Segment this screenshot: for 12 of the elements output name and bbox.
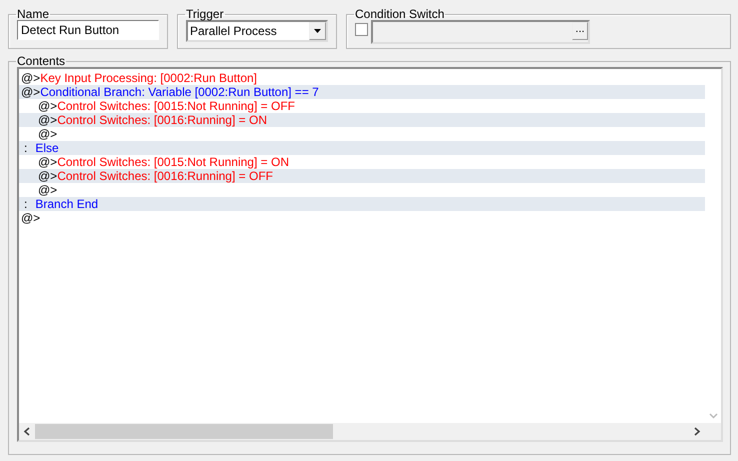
scrollbar-corner (705, 423, 721, 440)
name-label: Name (16, 8, 50, 20)
name-field[interactable]: Detect Run Button (17, 20, 159, 40)
horizontal-scrollbar[interactable] (19, 423, 705, 440)
switch-field[interactable]: ... (371, 20, 590, 44)
scrollbar-thumb[interactable] (35, 424, 333, 439)
browse-button[interactable]: ... (572, 22, 588, 40)
trigger-label: Trigger (185, 8, 225, 20)
condition-switch-label: Condition Switch (354, 8, 446, 20)
contents-label: Contents (16, 55, 66, 67)
condition-checkbox[interactable] (355, 22, 368, 36)
trigger-dropdown[interactable]: Parallel Process (186, 20, 328, 42)
